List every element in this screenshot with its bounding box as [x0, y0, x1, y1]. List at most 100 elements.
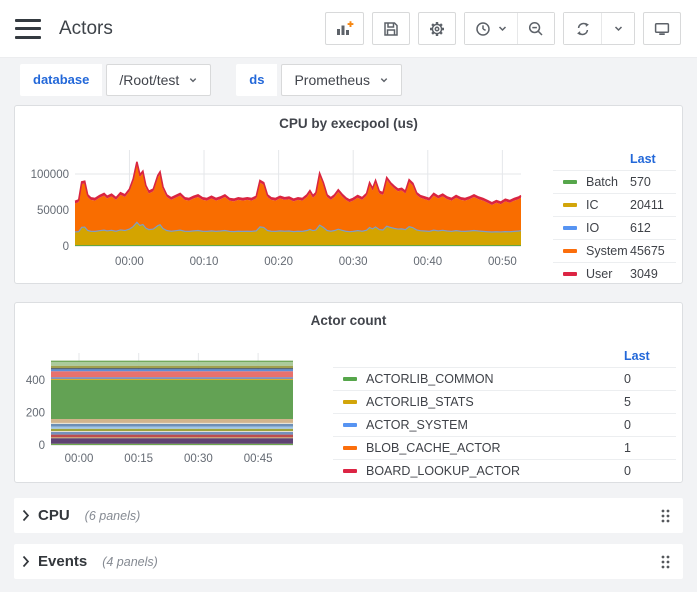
- chevron-right-icon: [22, 555, 30, 568]
- view-mode-button[interactable]: [643, 12, 681, 45]
- refresh-interval-button[interactable]: [601, 13, 634, 44]
- panel-cpu-by-execpool: CPU by execpool (us) 0 50000 100000 00:00 00…: [14, 105, 683, 284]
- series-last-value: 612: [630, 221, 676, 235]
- series-color-swatch: [343, 469, 357, 473]
- row-panel-count: (6 panels): [85, 509, 141, 523]
- svg-text:0: 0: [63, 241, 69, 253]
- series-name[interactable]: ACTORLIB_COMMON: [366, 372, 624, 386]
- series-color-swatch: [563, 180, 577, 184]
- svg-text:00:30: 00:30: [339, 256, 368, 268]
- series-name[interactable]: User: [586, 267, 630, 281]
- chevron-down-icon: [379, 75, 389, 85]
- series-name[interactable]: BLOB_CACHE_ACTOR: [366, 441, 624, 455]
- series-last-value: 570: [630, 175, 676, 189]
- clock-icon: [474, 20, 492, 38]
- variable-database-selected: /Root/test: [119, 72, 179, 88]
- series-last-value: 0: [624, 464, 676, 478]
- chevron-down-icon: [188, 75, 198, 85]
- series-color-swatch: [343, 446, 357, 450]
- series-color-swatch: [343, 377, 357, 381]
- time-range-button[interactable]: [465, 13, 517, 44]
- drag-handle-icon[interactable]: [658, 552, 673, 572]
- series-color-swatch: [343, 423, 357, 427]
- series-last-value: 3049: [630, 267, 676, 281]
- series-color-swatch: [563, 203, 577, 207]
- svg-text:00:30: 00:30: [184, 453, 213, 465]
- chevron-down-icon: [497, 23, 508, 34]
- svg-text:00:00: 00:00: [115, 256, 144, 268]
- page-title: Actors: [59, 18, 113, 40]
- variable-database-value[interactable]: /Root/test: [106, 64, 211, 96]
- row-events[interactable]: Events (4 panels): [14, 544, 683, 579]
- dashboard-submenu: database /Root/test ds Prometheus: [0, 58, 697, 105]
- legend-row: User3049: [553, 262, 676, 285]
- legend-row: BOARD_LOOKUP_ACTOR0: [333, 459, 676, 482]
- cpu-chart[interactable]: 05000010000000:0000:1000:2000:3000:4000:…: [17, 138, 547, 284]
- series-name[interactable]: IC: [586, 198, 630, 212]
- variable-ds-label: ds: [236, 64, 277, 96]
- zoom-out-icon: [527, 20, 545, 38]
- actor-count-chart[interactable]: 020040000:0000:1500:3000:45: [17, 335, 329, 481]
- legend-row: IC20411: [553, 193, 676, 216]
- save-icon: [382, 20, 400, 38]
- svg-text:00:00: 00:00: [65, 453, 94, 465]
- save-dashboard-button[interactable]: [372, 12, 410, 45]
- row-title: Events: [38, 553, 87, 570]
- svg-text:00:40: 00:40: [413, 256, 442, 268]
- svg-text:50000: 50000: [37, 205, 69, 217]
- hamburger-icon: [15, 19, 41, 22]
- series-name[interactable]: System: [586, 244, 630, 258]
- svg-text:00:50: 00:50: [488, 256, 517, 268]
- legend-row: IO612: [553, 216, 676, 239]
- series-color-swatch: [343, 400, 357, 404]
- panel-actor-count: Actor count 020040000:0000:1500:3000:45 …: [14, 302, 683, 483]
- refresh-icon: [574, 20, 592, 38]
- refresh-button[interactable]: [564, 13, 601, 44]
- series-last-value: 0: [624, 418, 676, 432]
- actor-legend: LastACTORLIB_COMMON0ACTORLIB_STATS5ACTOR…: [329, 344, 676, 482]
- dashboard-grid: CPU by execpool (us) 05000010000000:0000…: [0, 105, 697, 579]
- legend-row: ACTORLIB_STATS5: [333, 390, 676, 413]
- series-name[interactable]: Batch: [586, 175, 630, 189]
- legend-header: Last: [333, 344, 676, 367]
- monitor-icon: [653, 20, 671, 38]
- series-last-value: 0: [624, 372, 676, 386]
- dashboard-settings-button[interactable]: [418, 12, 456, 45]
- cpu-legend: LastBatch570IC20411IO612System45675User3…: [553, 147, 676, 285]
- legend-header: Last: [553, 147, 676, 170]
- series-name[interactable]: IO: [586, 221, 630, 235]
- series-name[interactable]: BOARD_LOOKUP_ACTOR: [366, 464, 624, 478]
- variable-ds-value[interactable]: Prometheus: [281, 64, 401, 96]
- series-color-swatch: [563, 272, 577, 276]
- variable-ds-selected: Prometheus: [294, 72, 369, 88]
- chevron-right-icon: [22, 509, 30, 522]
- svg-text:200: 200: [26, 408, 45, 420]
- row-cpu[interactable]: CPU (6 panels): [14, 498, 683, 533]
- legend-header-last[interactable]: Last: [630, 152, 676, 166]
- series-last-value: 20411: [630, 198, 676, 212]
- panel-title-cpu[interactable]: CPU by execpool (us): [15, 106, 682, 134]
- svg-text:400: 400: [26, 375, 45, 387]
- gear-icon: [428, 20, 446, 38]
- add-panel-button[interactable]: [325, 12, 364, 45]
- variable-ds: ds Prometheus: [236, 64, 402, 96]
- svg-text:00:10: 00:10: [190, 256, 219, 268]
- legend-header-last[interactable]: Last: [624, 349, 676, 363]
- time-picker-group: [464, 12, 555, 45]
- series-last-value: 5: [624, 395, 676, 409]
- menu-button[interactable]: [14, 18, 42, 40]
- svg-text:100000: 100000: [31, 169, 69, 181]
- legend-row: ACTOR_SYSTEM0: [333, 413, 676, 436]
- drag-handle-icon[interactable]: [658, 506, 673, 526]
- panel-title-actors[interactable]: Actor count: [15, 303, 682, 331]
- svg-text:0: 0: [39, 440, 45, 452]
- svg-text:00:45: 00:45: [244, 453, 273, 465]
- refresh-group: [563, 12, 635, 45]
- series-name[interactable]: ACTOR_SYSTEM: [366, 418, 624, 432]
- legend-row: ACTORLIB_COMMON0: [333, 367, 676, 390]
- zoom-out-button[interactable]: [517, 13, 554, 44]
- series-name[interactable]: ACTORLIB_STATS: [366, 395, 624, 409]
- series-color-swatch: [563, 226, 577, 230]
- variable-database: database /Root/test: [20, 64, 211, 96]
- legend-row: System45675: [553, 239, 676, 262]
